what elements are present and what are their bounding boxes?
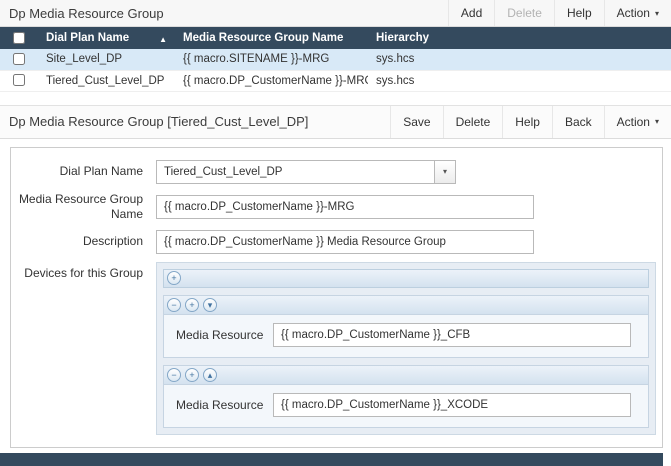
detail-toolbar: Save Delete Help Back Action ▾ — [390, 105, 671, 138]
device-field-row: Media Resource — [164, 385, 648, 427]
select-all-header-cell — [0, 27, 38, 49]
table-row[interactable]: Tiered_Cust_Level_DP {{ macro.DP_Custome… — [0, 70, 671, 92]
dropdown-arrow-icon[interactable]: ▾ — [434, 159, 456, 184]
table-header-row: Dial Plan Name ▲ Media Resource Group Na… — [0, 27, 671, 49]
delete-button[interactable]: Delete — [442, 105, 503, 138]
device-item: − + ▾ Media Resource — [163, 294, 649, 358]
add-device-button[interactable]: + — [185, 297, 199, 312]
column-label-dial-plan-name: Dial Plan Name — [46, 32, 130, 44]
table-row[interactable]: Site_Level_DP {{ macro.SITENAME }}-MRG s… — [0, 49, 671, 71]
cell-mrg-name: {{ macro.SITENAME }}-MRG — [175, 49, 368, 71]
help-button[interactable]: Help — [553, 0, 604, 26]
cell-dial-plan-name[interactable]: Tiered_Cust_Level_DP — [38, 70, 175, 92]
column-header-dial-plan-name[interactable]: Dial Plan Name ▲ — [38, 27, 175, 49]
caret-down-icon: ▾ — [654, 117, 659, 126]
column-header-mrg-name[interactable]: Media Resource Group Name — [175, 27, 368, 49]
add-device-button[interactable]: + — [185, 367, 199, 382]
detail-section: Dp Media Resource Group [Tiered_Cust_Lev… — [0, 104, 671, 466]
mrg-name-label: Media Resource Group Name — [18, 191, 143, 221]
detail-form: Dial Plan Name Tiered_Cust_Level_DP ▾ Me… — [10, 146, 663, 448]
device-field-row: Media Resource — [164, 315, 648, 357]
list-page-title: Dp Media Resource Group — [9, 5, 164, 21]
list-section: Dp Media Resource Group Add Delete Help … — [0, 0, 671, 92]
dial-plan-selected-value: Tiered_Cust_Level_DP — [156, 159, 434, 184]
move-down-button[interactable]: ▾ — [203, 297, 217, 312]
row-checkbox[interactable] — [13, 74, 25, 87]
add-device-button[interactable]: + — [167, 271, 181, 285]
cell-hierarchy: sys.hcs — [368, 49, 671, 71]
dial-plan-label: Dial Plan Name — [59, 164, 143, 178]
action-menu-label: Action — [616, 6, 650, 20]
column-header-hierarchy[interactable]: Hierarchy — [368, 27, 671, 49]
media-resource-label: Media Resource — [176, 327, 264, 342]
media-resource-input[interactable] — [273, 322, 631, 347]
action-menu-button[interactable]: Action ▾ — [603, 105, 671, 138]
remove-device-button[interactable]: − — [167, 367, 181, 382]
device-item: − + ▴ Media Resource — [163, 364, 649, 428]
select-all-checkbox[interactable] — [13, 31, 25, 44]
sort-ascending-icon[interactable]: ▲ — [159, 35, 167, 44]
device-item-toolbar: − + ▾ — [164, 295, 648, 315]
devices-panel: + − + ▾ Media Resource {{macro.DP_Custo… — [156, 261, 656, 435]
row-checkbox-cell — [0, 49, 38, 71]
form-footer-bar — [0, 452, 663, 466]
list-toolbar: Add Delete Help Action ▾ — [447, 0, 671, 26]
app: Dp Media Resource Group Add Delete Help … — [0, 0, 671, 466]
detail-section-header: Dp Media Resource Group [Tiered_Cust_Lev… — [0, 104, 671, 139]
media-resource-label: Media Resource — [176, 397, 264, 412]
back-button[interactable]: Back — [551, 105, 604, 138]
list-section-header: Dp Media Resource Group Add Delete Help … — [0, 0, 671, 27]
action-menu-label: Action — [616, 114, 650, 129]
add-button[interactable]: Add — [447, 0, 494, 26]
delete-button[interactable]: Delete — [494, 0, 554, 26]
media-resource-input[interactable] — [273, 392, 631, 417]
device-item-toolbar: − + ▴ — [164, 365, 648, 385]
form-row-mrg-name: Media Resource Group Name — [11, 192, 662, 222]
form-row-devices: Devices for this Group + − + ▾ Media Res… — [11, 261, 662, 435]
mrg-list-table: Dial Plan Name ▲ Media Resource Group Na… — [0, 27, 671, 92]
move-up-button[interactable]: ▴ — [203, 367, 217, 382]
detail-page-title: Dp Media Resource Group [Tiered_Cust_Lev… — [9, 114, 309, 129]
dial-plan-select[interactable]: Tiered_Cust_Level_DP ▾ — [156, 159, 456, 184]
remove-device-button[interactable]: − — [167, 297, 181, 312]
action-menu-button[interactable]: Action ▾ — [603, 0, 671, 26]
description-label: Description — [82, 234, 143, 248]
devices-group-label: Devices for this Group — [24, 265, 143, 280]
cell-dial-plan-name[interactable]: Site_Level_DP — [38, 49, 175, 71]
description-input[interactable] — [156, 229, 534, 254]
row-checkbox-cell — [0, 70, 38, 92]
save-button[interactable]: Save — [390, 105, 442, 138]
form-row-description: Description — [11, 229, 662, 254]
caret-down-icon: ▾ — [654, 8, 659, 18]
row-checkbox[interactable] — [13, 53, 25, 66]
cell-mrg-name: {{ macro.DP_CustomerName }}-MRG — [175, 70, 368, 92]
form-row-dial-plan: Dial Plan Name Tiered_Cust_Level_DP ▾ — [11, 159, 662, 184]
mrg-name-input[interactable] — [156, 194, 534, 219]
help-button[interactable]: Help — [502, 105, 552, 138]
cell-hierarchy: sys.hcs — [368, 70, 671, 92]
devices-add-bar: + — [163, 268, 649, 288]
